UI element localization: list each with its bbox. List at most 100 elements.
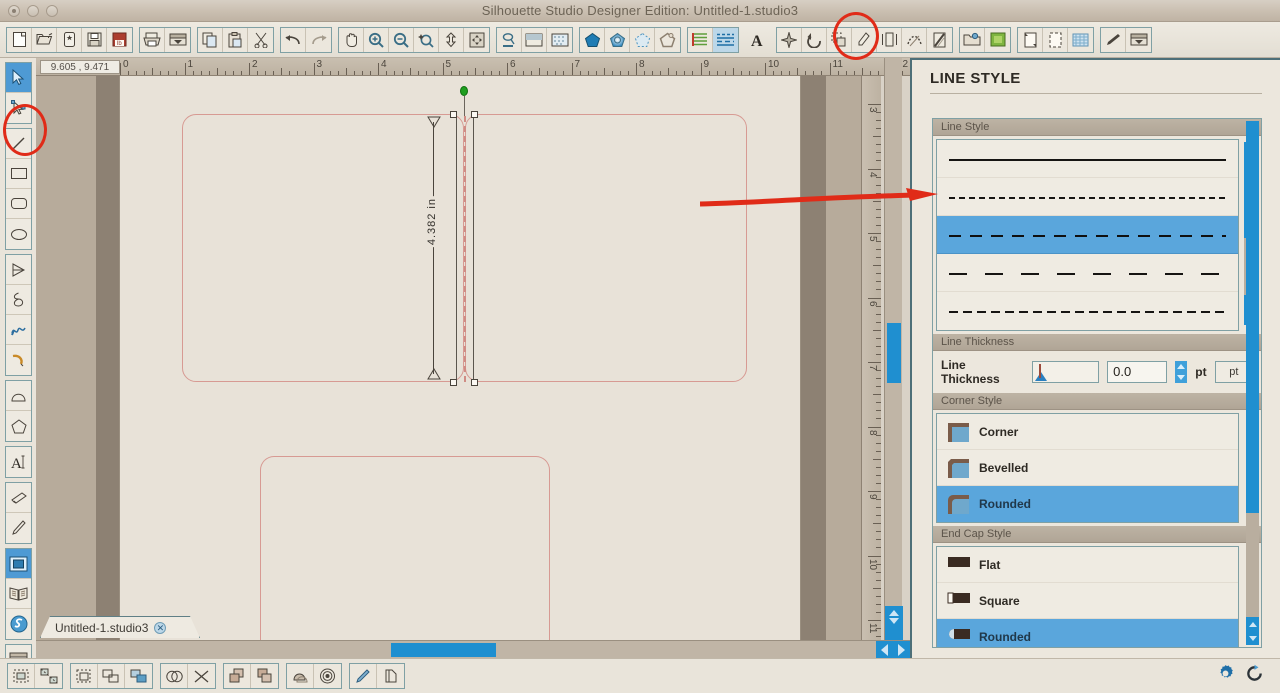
fill-pattern-icon[interactable] [630, 27, 655, 52]
zoom-selection-icon[interactable] [414, 27, 439, 52]
release-compound-icon[interactable] [98, 664, 125, 688]
line-style-option-dash-fine[interactable] [937, 178, 1238, 216]
toolbar-group-clipboard[interactable] [197, 26, 274, 53]
compound-path-icon[interactable] [71, 664, 98, 688]
redo-arrow-icon[interactable] [306, 28, 331, 52]
bottom-toolbar[interactable] [0, 658, 1280, 693]
line-style-option-dash-long-gap[interactable] [937, 254, 1238, 292]
selection-handle[interactable] [471, 379, 478, 386]
knife-tool-icon[interactable] [6, 513, 31, 543]
line-style-option-dash-short[interactable] [937, 292, 1238, 330]
left-group-erase[interactable] [5, 482, 32, 544]
send-icon[interactable] [1126, 28, 1151, 52]
line-thickness-slider[interactable] [1032, 361, 1100, 383]
cut-machine-icon[interactable] [165, 28, 190, 52]
line-thickness-row[interactable]: Line Thickness 0.0 pt pt [933, 351, 1261, 393]
scroll-right-arrow-icon[interactable] [898, 644, 905, 656]
eyedropper-icon[interactable] [350, 664, 377, 688]
shape-card-right[interactable] [465, 114, 747, 382]
corner-style-option-bevelled[interactable]: Bevelled [937, 450, 1238, 486]
horizontal-scroll-arrows[interactable] [876, 641, 910, 659]
line-color-swatch-icon[interactable] [688, 27, 713, 52]
left-group-shapes[interactable] [5, 380, 32, 442]
line-style-list[interactable] [936, 139, 1239, 331]
panel-scroll-arrows[interactable] [1246, 617, 1259, 645]
cut-settings-icon[interactable] [497, 27, 522, 52]
panel-scroll-thumb[interactable] [1246, 121, 1259, 513]
vertical-ruler[interactable]: 3 4 5 6 7 8 9 10 11 [861, 76, 881, 658]
bottom-group-boolean[interactable] [160, 663, 216, 689]
undo-arrow-icon[interactable] [281, 27, 306, 52]
selection-handle[interactable] [450, 379, 457, 386]
regular-polygon-tool-icon[interactable] [6, 411, 31, 441]
vertical-scroll-arrows[interactable] [885, 606, 903, 640]
horizontal-ruler[interactable]: 9.605 , 9.471 0 1 2 3 4 5 6 7 8 9 10 11 12 [36, 58, 910, 76]
smooth-freehand-tool-icon[interactable] [6, 345, 31, 375]
store-panel-icon[interactable] [6, 609, 31, 639]
shape-card-bottom[interactable] [260, 456, 550, 658]
grid-icon[interactable] [1068, 28, 1093, 52]
zoom-out-icon[interactable] [389, 27, 414, 52]
weld-icon[interactable] [161, 664, 188, 688]
design-page[interactable]: 4.382 in [120, 76, 800, 658]
save-library-icon[interactable]: lb [107, 28, 132, 52]
group-icon[interactable] [8, 664, 35, 688]
left-group-text[interactable]: A [5, 446, 32, 478]
gear-icon[interactable] [1216, 664, 1235, 688]
corner-style-option-corner[interactable]: Corner [937, 414, 1238, 450]
sync-refresh-icon[interactable] [1245, 664, 1264, 688]
eraser-tool-icon[interactable] [6, 483, 31, 513]
line-thickness-spinner[interactable] [1174, 361, 1188, 383]
ungroup-icon[interactable] [35, 664, 62, 688]
sketch-icon[interactable] [927, 28, 952, 52]
copy-icon[interactable] [198, 27, 223, 52]
toolbar-group-design[interactable] [1017, 26, 1094, 53]
canvas-horizontal-scrollbar[interactable] [36, 640, 910, 659]
offset-icon[interactable] [877, 27, 902, 52]
canvas-vertical-scrollbar[interactable] [884, 58, 903, 640]
line-style-option-dash-medium[interactable] [937, 216, 1238, 254]
toolbar-group-view[interactable] [338, 26, 490, 53]
panel-body[interactable]: Line Style Line Thickness Line Thickness… [932, 118, 1262, 648]
rounded-rect-tool-icon[interactable] [6, 189, 31, 219]
open-folder-icon[interactable] [32, 27, 57, 52]
horizontal-scroll-thumb[interactable] [391, 643, 496, 657]
corner-style-option-rounded[interactable]: Rounded [937, 486, 1238, 522]
zoom-in-icon[interactable] [364, 27, 389, 52]
line-style-option-solid[interactable] [937, 140, 1238, 178]
toolbar-group-fill[interactable] [579, 26, 681, 53]
toolbar-group-text[interactable]: A [745, 27, 770, 53]
duplicate-icon[interactable] [377, 664, 404, 688]
toolbar-group-print[interactable] [139, 26, 191, 53]
fill-gradient-icon[interactable] [605, 27, 630, 52]
toolbar-group-history[interactable] [280, 26, 332, 53]
bottom-group-effects[interactable] [286, 663, 342, 689]
subtract-x-icon[interactable] [188, 664, 215, 688]
canvas-work-area[interactable]: 9.605 , 9.471 0 1 2 3 4 5 6 7 8 9 10 11 12 3 4 5 6 7 8 9 10… [36, 58, 910, 658]
scroll-up-arrow-icon[interactable] [1248, 621, 1257, 627]
design-canvas[interactable]: 4.382 in [36, 76, 861, 658]
freehand-tool-icon[interactable] [6, 315, 31, 345]
book-panel-icon[interactable] [6, 579, 31, 609]
line-style-icon[interactable] [713, 27, 738, 52]
toolbar-group-file[interactable]: lb [6, 26, 133, 53]
hand-icon[interactable] [339, 27, 364, 52]
end-cap-option-rounded[interactable]: Rounded [937, 619, 1238, 647]
left-group-panels[interactable] [5, 548, 32, 640]
scroll-left-arrow-icon[interactable] [881, 644, 888, 656]
bring-front-icon[interactable] [224, 664, 251, 688]
toolbar-group-page-setup[interactable] [496, 26, 573, 53]
line-color-icon[interactable] [655, 28, 680, 52]
toolbar-group-line[interactable] [687, 26, 739, 53]
selection-handle[interactable] [471, 111, 478, 118]
send-back-icon[interactable] [251, 664, 278, 688]
bottom-group-compound[interactable] [70, 663, 153, 689]
registration-marks-icon[interactable] [547, 28, 572, 52]
rectangle-tool-icon[interactable] [6, 159, 31, 189]
polygon-tool-icon[interactable] [6, 255, 31, 285]
my-library-icon[interactable] [960, 27, 985, 52]
arrange-icon[interactable] [125, 664, 152, 688]
slider-thumb[interactable] [1035, 372, 1048, 381]
concentric-offset-icon[interactable] [314, 664, 341, 688]
main-toolbar[interactable]: lb A [0, 22, 1280, 58]
